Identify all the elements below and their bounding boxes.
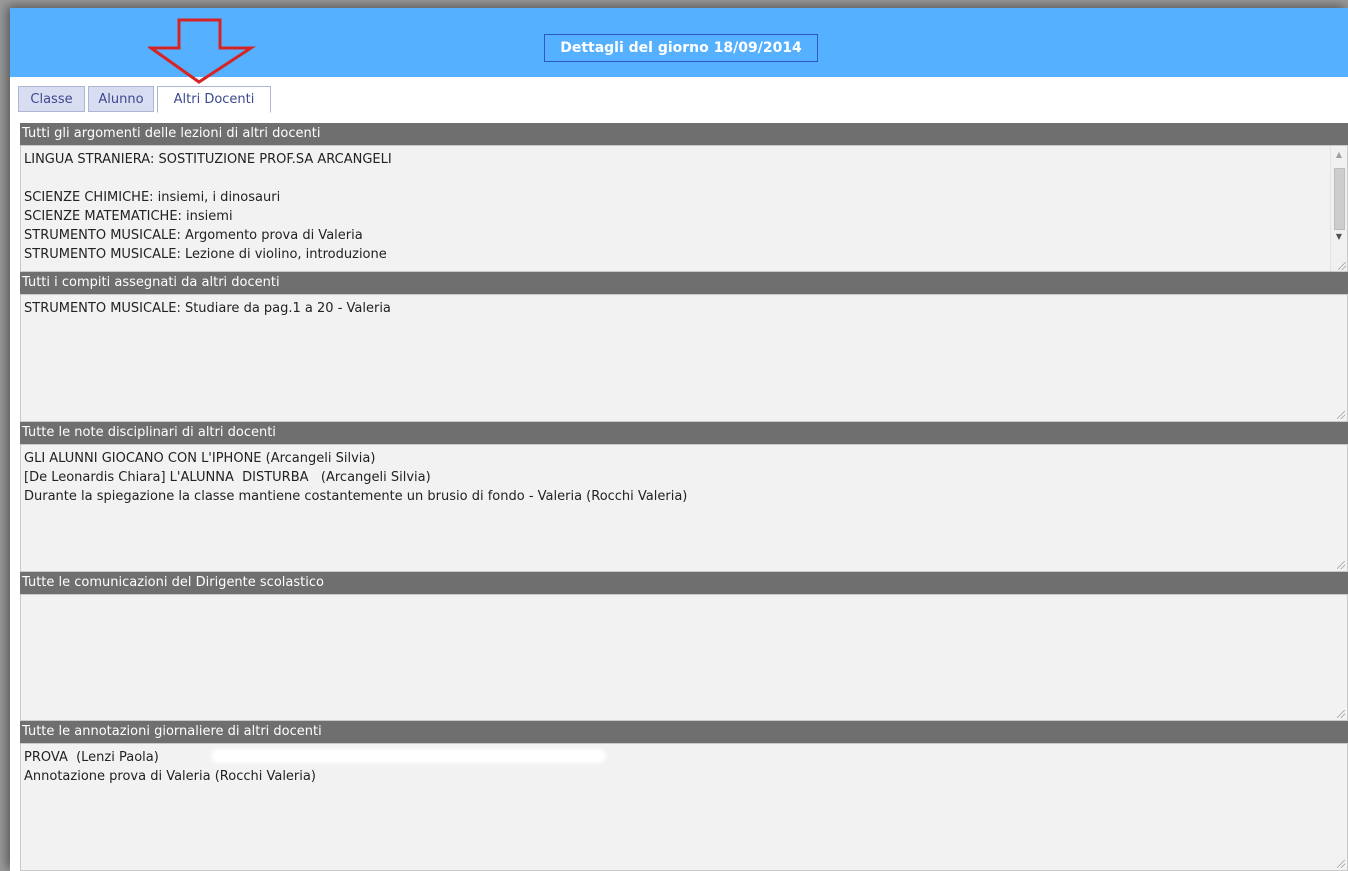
resize-handle-icon[interactable] — [1337, 710, 1345, 718]
text-line: STRUMENTO MUSICALE: Argomento prova di V… — [24, 228, 363, 243]
argomenti-textarea[interactable]: LINGUA STRANIERA: SOSTITUZIONE PROF.SA A… — [20, 145, 1348, 272]
text-line: Durante la spiegazione la classe mantien… — [24, 489, 688, 504]
section-header-annotazioni: Tutte le annotazioni giornaliere di altr… — [20, 721, 1348, 743]
text-line: STRUMENTO MUSICALE: Lezione di violino, … — [24, 247, 387, 262]
comunicazioni-textarea[interactable] — [20, 594, 1348, 721]
text-line: Annotazione prova di Valeria (Rocchi Val… — [24, 769, 316, 784]
annotazioni-textarea[interactable]: PROVA (Lenzi Paola) Annotazione prova di… — [20, 743, 1348, 871]
redaction-mark — [211, 749, 606, 763]
day-details-window: Dettagli del giorno 18/09/2014 Classe Al… — [10, 8, 1348, 871]
text-line: LINGUA STRANIERA: SOSTITUZIONE PROF.SA A… — [24, 152, 392, 167]
section-header-note: Tutte le note disciplinari di altri doce… — [20, 422, 1348, 444]
section-header-compiti: Tutti i compiti assegnati da altri docen… — [20, 272, 1348, 294]
section-header-comunicazioni: Tutte le comunicazioni del Dirigente sco… — [20, 572, 1348, 594]
scroll-thumb[interactable] — [1334, 168, 1345, 230]
resize-handle-icon[interactable] — [1337, 411, 1345, 419]
section-header-argomenti: Tutti gli argomenti delle lezioni di alt… — [20, 123, 1348, 145]
text-line: SCIENZE CHIMICHE: insiemi, i dinosauri — [24, 190, 281, 205]
text-line: SCIENZE MATEMATICHE: insiemi — [24, 209, 233, 224]
tab-altri-docenti[interactable]: Altri Docenti — [157, 86, 271, 113]
resize-handle-icon[interactable] — [1337, 561, 1345, 569]
dialog-title: Dettagli del giorno 18/09/2014 — [544, 34, 818, 62]
text-line — [24, 169, 1325, 188]
tab-classe[interactable]: Classe — [18, 86, 85, 112]
tab-alunno[interactable]: Alunno — [88, 86, 154, 112]
vertical-scrollbar[interactable]: ▲ ▼ — [1330, 146, 1347, 271]
text-line: STRUMENTO MUSICALE: Studiare da pag.1 a … — [24, 301, 391, 316]
scroll-up-icon[interactable]: ▲ — [1331, 146, 1347, 162]
text-line: [De Leonardis Chiara] L'ALUNNA DISTURBA … — [24, 470, 431, 485]
scroll-down-icon[interactable]: ▼ — [1331, 228, 1347, 244]
resize-handle-icon[interactable] — [1338, 262, 1346, 270]
resize-handle-icon[interactable] — [1337, 860, 1345, 868]
red-down-arrow-icon — [148, 18, 257, 84]
text-line: GLI ALUNNI GIOCANO CON L'IPHONE (Arcange… — [24, 451, 376, 466]
compiti-textarea[interactable]: STRUMENTO MUSICALE: Studiare da pag.1 a … — [20, 294, 1348, 422]
note-textarea[interactable]: GLI ALUNNI GIOCANO CON L'IPHONE (Arcange… — [20, 444, 1348, 572]
